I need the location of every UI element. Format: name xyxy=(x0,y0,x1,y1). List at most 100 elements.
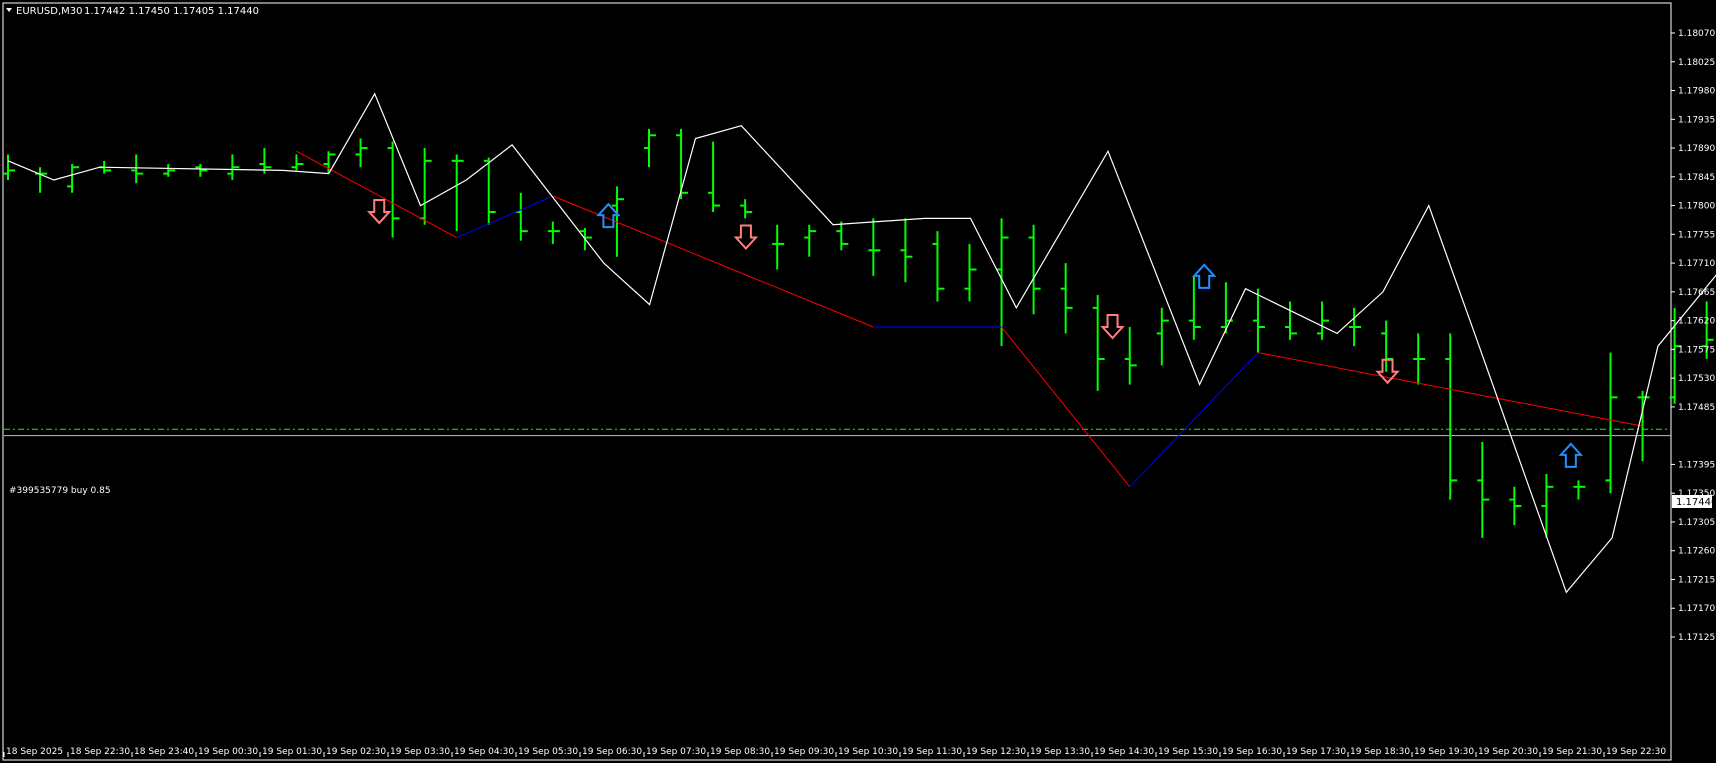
buy-arrow-icon xyxy=(596,202,621,229)
ohlc-bar xyxy=(419,148,432,225)
sell-arrow-icon xyxy=(733,224,759,251)
ohlc-bar xyxy=(1317,301,1330,340)
ohlc-bar xyxy=(1220,282,1233,334)
x-tick-label: 19 Sep 11:30 xyxy=(902,747,962,757)
buy-arrow-icon xyxy=(1558,442,1584,468)
sell-arrow-icon xyxy=(1100,314,1125,340)
y-tick-label: 1.17170 xyxy=(1678,604,1715,614)
ohlc-bar xyxy=(483,157,496,225)
x-tick-label: 18 Sep 2025 xyxy=(6,747,63,757)
y-tick-label: 1.17665 xyxy=(1678,288,1715,298)
y-tick-label: 1.17800 xyxy=(1678,202,1715,212)
trend-segment-up xyxy=(456,195,554,238)
y-tick-label: 1.17710 xyxy=(1678,259,1715,269)
ohlc-bar xyxy=(3,154,15,181)
ohlc-bar xyxy=(323,151,336,174)
sell-arrow-icon xyxy=(1375,358,1400,385)
y-tick-label: 1.18025 xyxy=(1678,58,1715,68)
y-tick-label: 1.17485 xyxy=(1678,403,1715,413)
ohlc-bar xyxy=(1124,327,1137,385)
ohlc-bar xyxy=(35,167,48,193)
order-line-label: #399535779 buy 0.85 xyxy=(9,486,111,496)
ohlc-bar xyxy=(804,224,817,257)
ohlc-bar xyxy=(1573,480,1586,500)
ohlc-bar xyxy=(515,192,528,241)
y-tick-label: 1.17935 xyxy=(1678,115,1715,125)
y-tick-label: 1.17305 xyxy=(1678,518,1715,528)
trend-segment-down xyxy=(1001,326,1131,488)
x-tick-label: 19 Sep 14:30 xyxy=(1094,747,1154,757)
x-tick-label: 19 Sep 12:30 xyxy=(966,747,1026,757)
chart-menu-triangle-icon[interactable] xyxy=(6,8,12,12)
ohlc-bar xyxy=(964,243,977,302)
ohlc-bar xyxy=(1509,486,1522,526)
ohlc-bar xyxy=(836,221,849,251)
y-tick-label: 1.17755 xyxy=(1678,230,1715,240)
y-tick-label: 1.17395 xyxy=(1678,460,1715,470)
ohlc-bar xyxy=(708,141,721,212)
x-tick-label: 19 Sep 09:30 xyxy=(774,747,834,757)
y-tick-label: 1.17980 xyxy=(1678,87,1715,97)
ohlc-bar xyxy=(355,138,368,168)
x-tick-label: 19 Sep 16:30 xyxy=(1222,747,1282,757)
ohlc-bar xyxy=(451,154,464,232)
ohlc-readout: 1.17442 1.17450 1.17405 1.17440 xyxy=(84,6,259,17)
x-tick-label: 19 Sep 17:30 xyxy=(1286,747,1346,757)
ohlc-bar xyxy=(67,164,80,193)
x-tick-label: 19 Sep 06:30 xyxy=(582,747,642,757)
ohlc-bar xyxy=(1445,333,1458,500)
price-chart[interactable]: EURUSD,M30 1.17442 1.17450 1.17405 1.174… xyxy=(0,0,1716,763)
x-tick-label: 19 Sep 02:30 xyxy=(326,747,386,757)
ohlc-bar xyxy=(163,164,176,177)
ohlc-bar xyxy=(1252,288,1265,353)
ohlc-bar xyxy=(1285,301,1297,340)
y-tick-label: 1.17260 xyxy=(1678,547,1715,557)
x-tick-label: 19 Sep 04:30 xyxy=(454,747,514,757)
x-tick-label: 19 Sep 13:30 xyxy=(1030,747,1090,757)
ohlc-bar xyxy=(1060,263,1073,334)
ohlc-bar xyxy=(547,221,560,244)
x-tick-label: 19 Sep 18:30 xyxy=(1350,747,1410,757)
ohlc-bar xyxy=(131,154,144,184)
ohlc-bar xyxy=(195,164,208,177)
ohlc-bar xyxy=(1092,295,1105,391)
ohlc-bar xyxy=(1413,333,1426,385)
x-tick-label: 19 Sep 05:30 xyxy=(518,747,578,757)
y-tick-label: 1.18070 xyxy=(1678,29,1715,39)
ohlc-bar xyxy=(644,128,656,168)
x-tick-label: 18 Sep 22:30 xyxy=(70,747,130,757)
trend-segment-down xyxy=(296,150,457,238)
y-tick-label: 1.17530 xyxy=(1678,374,1715,384)
x-tick-label: 19 Sep 21:30 xyxy=(1542,747,1602,757)
plot-frame xyxy=(2,2,1672,761)
x-tick-label: 19 Sep 19:30 xyxy=(1414,747,1474,757)
ohlc-bar xyxy=(932,231,945,302)
x-tick-label: 19 Sep 07:30 xyxy=(646,747,706,757)
x-tick-label: 18 Sep 23:40 xyxy=(134,747,194,757)
symbol-label: EURUSD,M30 xyxy=(16,6,82,17)
trend-segment-up xyxy=(1129,352,1259,488)
x-tick-label: 19 Sep 08:30 xyxy=(710,747,770,757)
x-tick-label: 19 Sep 00:30 xyxy=(198,747,258,757)
chart-window[interactable]: EURUSD,M30 1.17442 1.17450 1.17405 1.174… xyxy=(0,0,1716,763)
x-tick-label: 19 Sep 01:30 xyxy=(262,747,322,757)
buy-arrow-icon xyxy=(1191,263,1217,289)
ohlc-bar xyxy=(291,154,304,171)
y-tick-label: 1.17890 xyxy=(1678,144,1715,154)
ohlc-bar xyxy=(1605,352,1618,494)
ohlc-bar xyxy=(227,154,240,181)
x-tick-label: 19 Sep 03:30 xyxy=(390,747,450,757)
ohlc-bar xyxy=(1156,307,1169,366)
ohlc-bar xyxy=(1477,442,1490,538)
x-tick-label: 19 Sep 22:30 xyxy=(1606,747,1666,757)
y-tick-label: 1.17845 xyxy=(1678,173,1715,183)
y-tick-label: 1.17215 xyxy=(1678,575,1715,585)
y-tick-label: 1.17620 xyxy=(1678,317,1715,327)
sell-arrow-icon xyxy=(366,198,392,225)
current-price-label: 1.17440 xyxy=(1676,497,1716,508)
x-tick-label: 19 Sep 10:30 xyxy=(838,747,898,757)
ohlc-bar xyxy=(772,224,785,270)
x-tick-label: 19 Sep 15:30 xyxy=(1158,747,1218,757)
y-tick-label: 1.17125 xyxy=(1678,633,1715,643)
ohlc-bar xyxy=(740,199,753,219)
